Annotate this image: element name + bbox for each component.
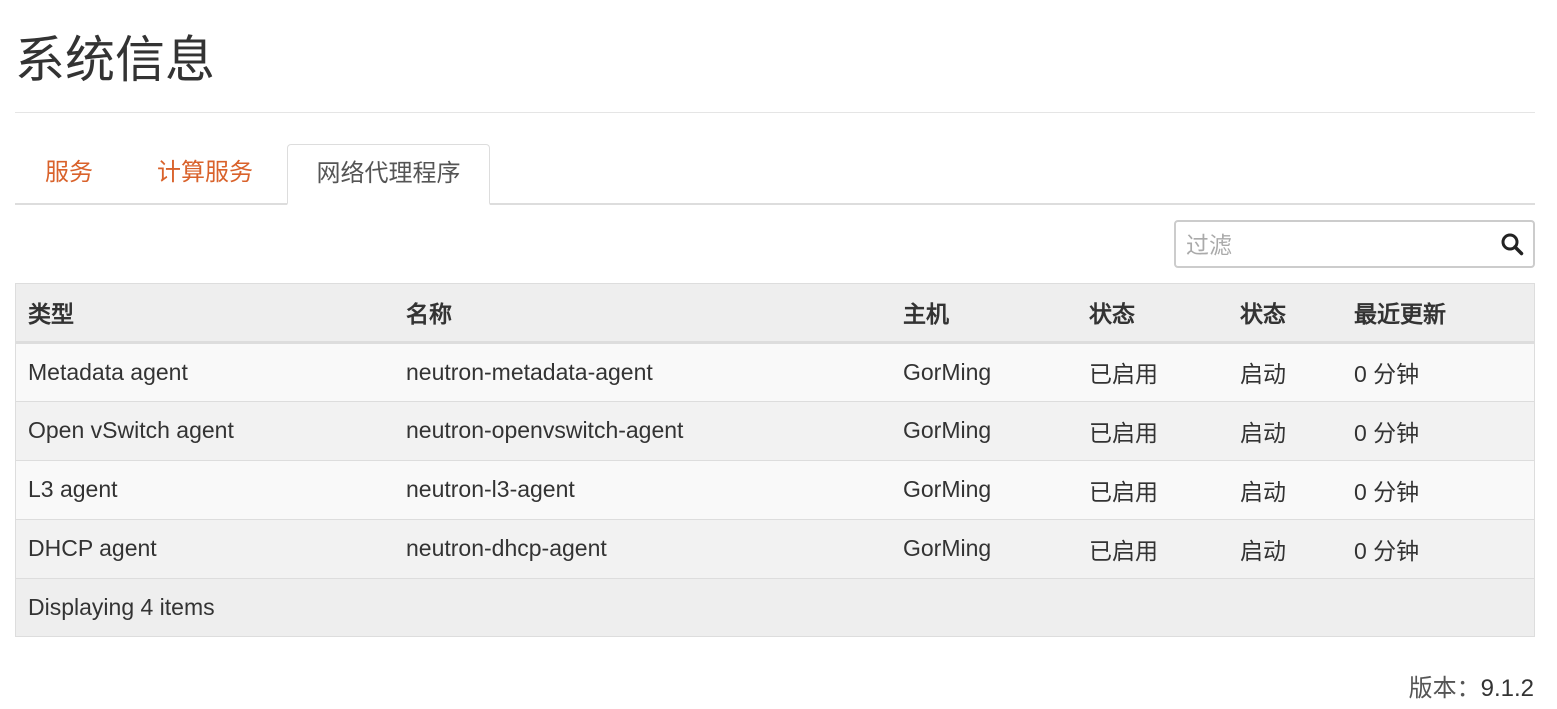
filter-box — [1174, 220, 1535, 268]
agents-table: 类型 名称 主机 状态 状态 最近更新 Metadata agent neutr… — [16, 284, 1534, 636]
column-header-name[interactable]: 名称 — [394, 284, 891, 344]
cell-state: 启动 — [1228, 518, 1342, 578]
agents-table-container: 类型 名称 主机 状态 状态 最近更新 Metadata agent neutr… — [15, 283, 1535, 637]
cell-state: 启动 — [1228, 400, 1342, 460]
cell-state: 启动 — [1228, 341, 1342, 401]
cell-last-updated: 0 分钟 — [1342, 400, 1534, 460]
page-title: 系统信息 — [15, 32, 215, 88]
table-row: Metadata agent neutron-metadata-agent Go… — [16, 341, 1534, 401]
cell-type: Metadata agent — [16, 341, 394, 401]
cell-status: 已启用 — [1077, 400, 1228, 460]
tab-compute-services[interactable]: 计算服务 — [157, 144, 253, 205]
cell-type: L3 agent — [16, 459, 394, 519]
table-row: Open vSwitch agent neutron-openvswitch-a… — [16, 400, 1534, 460]
table-row: L3 agent neutron-l3-agent GorMing 已启用 启动… — [16, 459, 1534, 519]
version-number: 9.1.2 — [1480, 675, 1534, 702]
cell-last-updated: 0 分钟 — [1342, 518, 1534, 578]
cell-status: 已启用 — [1077, 341, 1228, 401]
cell-host: GorMing — [891, 518, 1077, 578]
table-header-row: 类型 名称 主机 状态 状态 最近更新 — [16, 284, 1534, 344]
column-header-status[interactable]: 状态 — [1077, 284, 1228, 344]
cell-type: DHCP agent — [16, 518, 394, 578]
table-row: DHCP agent neutron-dhcp-agent GorMing 已启… — [16, 518, 1534, 578]
filter-input[interactable] — [1184, 226, 1488, 264]
cell-host: GorMing — [891, 341, 1077, 401]
column-header-state[interactable]: 状态 — [1228, 284, 1342, 344]
cell-name: neutron-metadata-agent — [394, 341, 891, 401]
cell-name: neutron-l3-agent — [394, 459, 891, 519]
column-header-type[interactable]: 类型 — [16, 284, 394, 344]
tab-bar: 服务 计算服务 网络代理程序 — [15, 144, 1535, 205]
version-label: 版本： — [1408, 675, 1481, 702]
cell-status: 已启用 — [1077, 518, 1228, 578]
cell-last-updated: 0 分钟 — [1342, 341, 1534, 401]
cell-host: GorMing — [891, 459, 1077, 519]
cell-last-updated: 0 分钟 — [1342, 459, 1534, 519]
table-footer-row: Displaying 4 items — [16, 577, 1534, 636]
version-info: 版本：9.1.2 — [1409, 668, 1534, 703]
item-count: Displaying 4 items — [16, 577, 1534, 636]
cell-host: GorMing — [891, 400, 1077, 460]
title-divider — [15, 112, 1535, 113]
cell-state: 启动 — [1228, 459, 1342, 519]
tab-network-agents[interactable]: 网络代理程序 — [287, 144, 490, 205]
column-header-last-updated[interactable]: 最近更新 — [1342, 284, 1534, 344]
cell-name: neutron-dhcp-agent — [394, 518, 891, 578]
cell-name: neutron-openvswitch-agent — [394, 400, 891, 460]
search-icon[interactable] — [1500, 232, 1524, 256]
page: 系统信息 服务 计算服务 网络代理程序 类 — [0, 0, 1557, 709]
cell-status: 已启用 — [1077, 459, 1228, 519]
tab-services[interactable]: 服务 — [45, 144, 93, 205]
column-header-host[interactable]: 主机 — [891, 284, 1077, 344]
cell-type: Open vSwitch agent — [16, 400, 394, 460]
